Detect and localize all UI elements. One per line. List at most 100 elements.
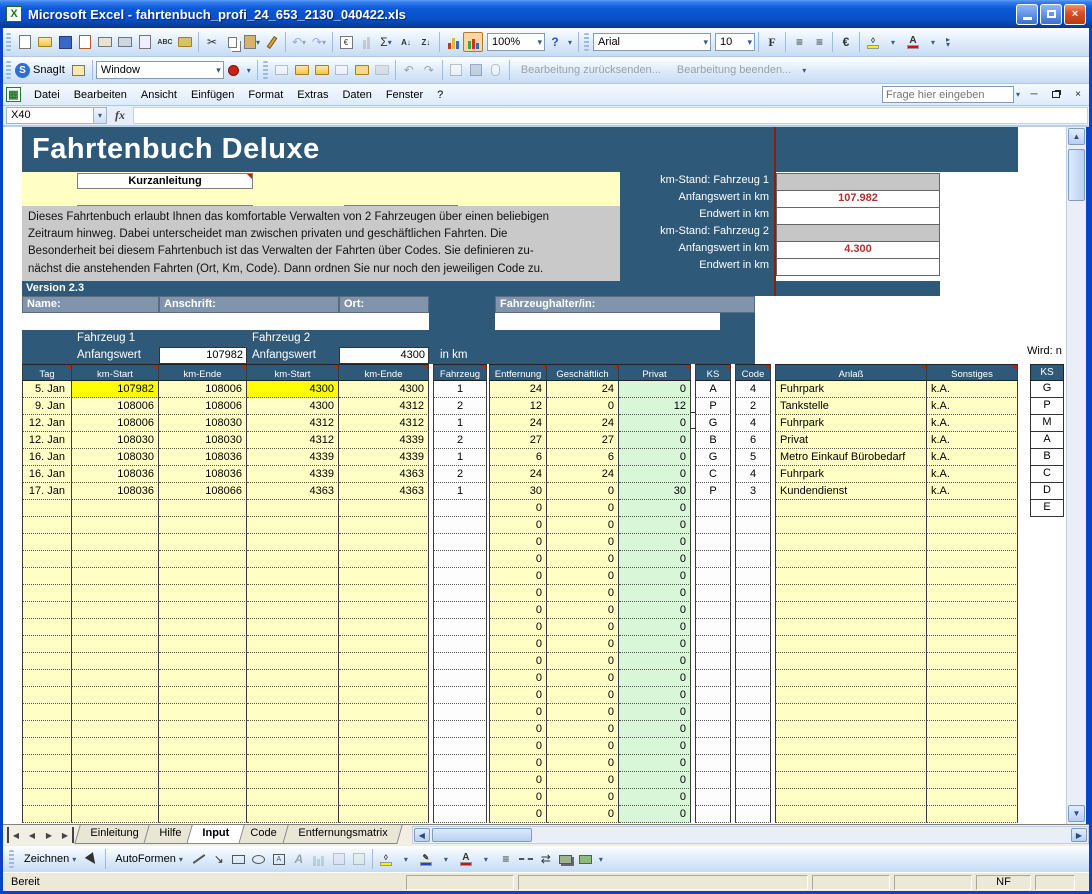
legend-code-cell[interactable]: B [1030,449,1064,466]
threed-style-icon[interactable] [576,849,596,869]
cell-km_ende1[interactable] [159,738,247,755]
new-document-icon[interactable] [15,32,35,52]
cell-privat[interactable]: 0 [619,466,691,483]
cell-tag[interactable] [22,772,72,789]
cell-fahrzeug[interactable] [433,653,487,670]
font-size-combo[interactable]: 10▾ [715,33,755,51]
cell-anlass[interactable] [775,636,927,653]
cell-km_ende2[interactable] [339,653,429,670]
cell-fahrzeug[interactable]: 1 [433,483,487,500]
cell-km_ende2[interactable] [339,772,429,789]
cell-ks[interactable]: G [695,415,731,432]
cell-entfernung[interactable]: 0 [489,687,547,704]
insert-comment-icon[interactable] [272,60,292,80]
ort-header-cell[interactable]: Ort: [339,296,429,313]
drawing-grip[interactable] [9,850,14,868]
cell-geschaeftlich[interactable]: 24 [547,415,619,432]
cell-anlass[interactable] [775,704,927,721]
menu-item[interactable]: Datei [27,87,67,103]
cell-sonstiges[interactable] [927,585,1018,602]
column-header[interactable]: km-Start [247,364,339,381]
cell-fahrzeug[interactable] [433,721,487,738]
drawing-toolbar-toggle-icon[interactable] [463,32,483,52]
cell-km_ende1[interactable] [159,704,247,721]
workbook-restore-icon[interactable] [1048,87,1064,102]
cell-sonstiges[interactable] [927,738,1018,755]
cell-km_ende1[interactable] [159,789,247,806]
cell-privat[interactable]: 0 [619,551,691,568]
cell-entfernung[interactable]: 0 [489,738,547,755]
cell-entfernung[interactable]: 0 [489,619,547,636]
cell-tag[interactable]: 16. Jan [22,466,72,483]
cell-privat[interactable]: 0 [619,687,691,704]
cell-code[interactable] [735,772,771,789]
name-box-dropdown-icon[interactable]: ▾ [94,107,107,124]
cell-fahrzeug[interactable] [433,568,487,585]
cell-anlass[interactable]: Privat [775,432,927,449]
clipart-icon[interactable] [329,849,349,869]
cell-km_start1[interactable] [72,789,159,806]
column-header[interactable]: Code [735,364,771,381]
cell-fahrzeug[interactable] [433,789,487,806]
legend-code-cell[interactable]: P [1030,398,1064,415]
snagit-options-chevron[interactable]: ▾ [244,60,254,80]
cell-km_ende1[interactable]: 108006 [159,381,247,398]
cell-ks[interactable]: P [695,483,731,500]
drawing-options-chevron[interactable]: ▾ [596,849,606,869]
menu-item[interactable]: Daten [335,87,378,103]
column-header[interactable]: km-Ende [339,364,429,381]
legend-code-cell[interactable]: A [1030,432,1064,449]
cell-geschaeftlich[interactable]: 0 [547,721,619,738]
cell-ks[interactable] [695,534,731,551]
cell-privat[interactable]: 0 [619,568,691,585]
cell-fahrzeug[interactable]: 2 [433,432,487,449]
anfangswert2-cell[interactable]: 4300 [339,347,429,364]
cell-code[interactable] [735,653,771,670]
cell-geschaeftlich[interactable]: 0 [547,704,619,721]
cell-sonstiges[interactable] [927,789,1018,806]
cell-ks[interactable]: P [695,398,731,415]
cell-fahrzeug[interactable]: 1 [433,415,487,432]
save-version-icon[interactable] [466,60,486,80]
cell-km_start2[interactable] [247,670,339,687]
cell-tag[interactable]: 9. Jan [22,398,72,415]
cell-km_ende1[interactable] [159,568,247,585]
cell-tag[interactable] [22,704,72,721]
cell-ks[interactable] [695,721,731,738]
cell-tag[interactable]: 16. Jan [22,449,72,466]
previous-comment-icon[interactable] [292,60,312,80]
formula-input[interactable] [133,107,1088,124]
cell-code[interactable] [735,534,771,551]
cell-entfernung[interactable]: 27 [489,432,547,449]
cell-anlass[interactable]: Fuhrpark [775,466,927,483]
cell-privat[interactable]: 0 [619,449,691,466]
cell-fahrzeug[interactable] [433,670,487,687]
cell-ks[interactable]: A [695,381,731,398]
cell-sonstiges[interactable]: k.A. [927,466,1018,483]
kurzanleitung-button[interactable]: Kurzanleitung [77,173,253,189]
menu-item[interactable]: ? [430,87,450,103]
cell-km_start1[interactable] [72,551,159,568]
cell-km_start2[interactable] [247,534,339,551]
cell-sonstiges[interactable] [927,755,1018,772]
cell-km_ende2[interactable] [339,687,429,704]
paste-icon[interactable]: ▾ [242,32,262,52]
print-preview-icon[interactable] [135,32,155,52]
cell-tag[interactable] [22,500,72,517]
title-bar[interactable]: X Microsoft Excel - fahrtenbuch_profi_24… [0,0,1092,28]
cell-anlass[interactable] [775,670,927,687]
cell-ks[interactable] [695,568,731,585]
cell-ks[interactable] [695,517,731,534]
cell-km_start1[interactable] [72,738,159,755]
cell-sonstiges[interactable] [927,704,1018,721]
column-header[interactable]: Fahrzeug [433,364,487,381]
tab-einleitung[interactable]: Einleitung [74,825,154,844]
cell-code[interactable] [735,704,771,721]
toolbar-grip[interactable] [6,33,11,51]
cell-ks[interactable] [695,602,731,619]
research-icon[interactable] [175,32,195,52]
cell-anlass[interactable] [775,500,927,517]
cell-anlass[interactable]: Tankstelle [775,398,927,415]
cell-km_ende2[interactable] [339,517,429,534]
cell-entfernung[interactable]: 6 [489,449,547,466]
